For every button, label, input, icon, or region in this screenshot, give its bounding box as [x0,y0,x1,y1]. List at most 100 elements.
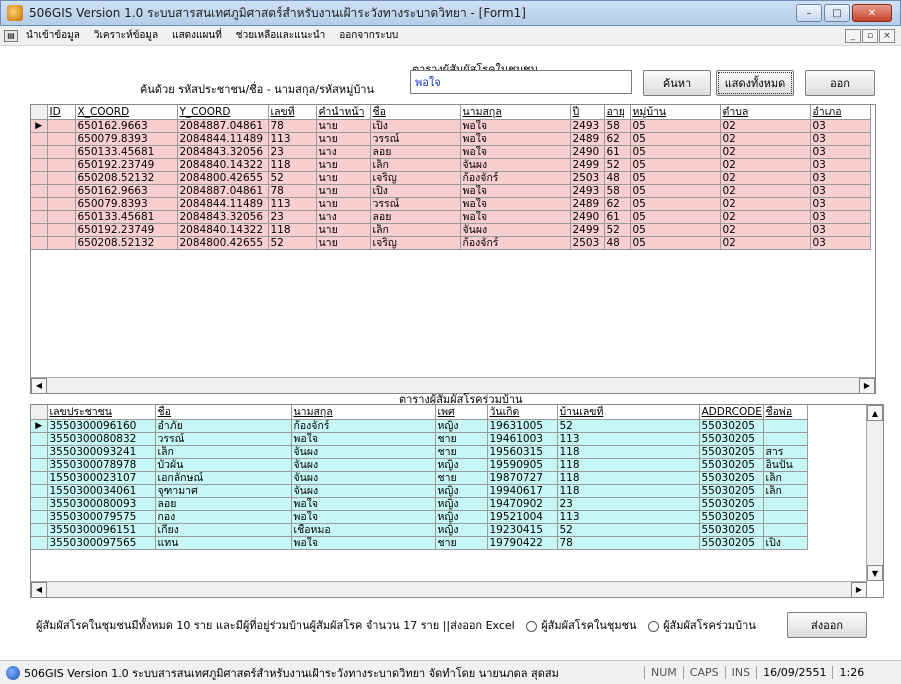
table-cell[interactable] [47,236,76,250]
table-row[interactable]: 3550300080832 วรรณ์ พอใจ ชาย 19461003 113 5503… [31,432,808,446]
table-cell[interactable]: 2503 [570,171,605,185]
table-cell[interactable]: เชื้อหมอ [291,523,436,537]
table-cell[interactable]: วรรณ์ [370,197,461,211]
table-cell[interactable]: 19521004 [487,510,558,524]
table-cell[interactable]: หญิง [435,419,488,433]
table-cell[interactable]: 19590905 [487,458,558,472]
table-cell[interactable]: จันผง [460,223,571,237]
row-selector[interactable] [31,445,48,459]
table-cell[interactable]: 48 [604,236,631,250]
table-cell[interactable]: 52 [557,419,700,433]
table-cell[interactable]: 19230415 [487,523,558,537]
table-cell[interactable]: 1550300023107 [47,471,156,485]
table-cell[interactable]: 55030205 [699,536,764,550]
table-cell[interactable]: 113 [268,132,317,146]
table-cell[interactable]: นาย [316,158,371,172]
table-cell[interactable]: เอกลักษณ์ [155,471,292,485]
column-header[interactable]: บ้านเลขที่ [557,405,700,420]
table-cell[interactable] [47,119,76,133]
row-selector[interactable] [31,536,48,550]
table-cell[interactable]: จันผง [291,458,436,472]
table-cell[interactable]: 113 [557,432,700,446]
column-header[interactable]: ตำบล [720,105,811,120]
mdi-minimize-button[interactable]: _ [845,29,861,43]
table-cell[interactable]: วรรณ์ [155,432,292,446]
table-cell[interactable]: 78 [268,119,317,133]
column-header[interactable]: นามสกุล [291,405,436,420]
table-row[interactable]: 650192.23749 2084840.14322 118 นาย เล็ก จันผง… [31,158,871,172]
column-header[interactable]: ชื่อ [370,105,461,120]
table-cell[interactable]: 03 [810,236,871,250]
table-cell[interactable]: 55030205 [699,484,764,498]
row-selector[interactable] [31,523,48,537]
table-cell[interactable]: 19940617 [487,484,558,498]
table-cell[interactable]: 3550300080832 [47,432,156,446]
table-cell[interactable]: 05 [630,236,721,250]
table-cell[interactable]: 2084887.04861 [177,119,269,133]
table-cell[interactable]: 118 [268,158,317,172]
table-cell[interactable]: 2490 [570,145,605,159]
table-cell[interactable]: 55030205 [699,419,764,433]
table-cell[interactable]: 55030205 [699,497,764,511]
table-cell[interactable]: 19470902 [487,497,558,511]
table-cell[interactable]: 78 [557,536,700,550]
row-selector[interactable] [31,484,48,498]
table-cell[interactable] [763,432,808,446]
table-cell[interactable]: 2084800.42655 [177,236,269,250]
table-cell[interactable]: 02 [720,184,811,198]
menu-help[interactable]: ช่วยเหลือและแนะนำ [236,28,325,43]
table-cell[interactable]: 05 [630,145,721,159]
table-cell[interactable]: นาย [316,171,371,185]
table-cell[interactable]: 58 [604,184,631,198]
table-cell[interactable]: ก้องจักร์ [460,236,571,250]
table-cell[interactable]: 03 [810,132,871,146]
table-cell[interactable] [47,197,76,211]
table-row[interactable]: 650162.9663 2084887.04861 78 นาย เปิง พอใจ 249… [31,184,871,198]
table-row[interactable]: 650133.45681 2084843.32056 23 นาง ลอย พอใจ 249… [31,210,871,224]
table-cell[interactable]: เกี๋ยง [155,523,292,537]
table-cell[interactable]: นาย [316,119,371,133]
table-cell[interactable]: จันผง [291,471,436,485]
table-cell[interactable]: 03 [810,210,871,224]
close-button[interactable]: ✕ [852,4,892,22]
row-selector[interactable] [31,184,48,198]
column-header[interactable]: ชื่อ [155,405,292,420]
column-header[interactable]: Y_COORD [177,105,269,120]
table-cell[interactable]: 3550300093241 [47,445,156,459]
table-row[interactable]: 3550300096151 เกี๋ยง เชื้อหมอ หญิง 19230415 5… [31,523,808,537]
table-cell[interactable]: 19870727 [487,471,558,485]
table-cell[interactable]: 55030205 [699,523,764,537]
form-icon[interactable]: ▤ [4,29,18,42]
radio-community[interactable] [526,620,538,632]
table-cell[interactable]: ชาย [435,471,488,485]
table-cell[interactable]: 650162.9663 [75,184,178,198]
table-cell[interactable] [763,510,808,524]
table-row[interactable]: 3550300093241 เล็ก จันผง ชาย 19560315 118 5503… [31,445,808,459]
table-cell[interactable]: 650133.45681 [75,145,178,159]
table-cell[interactable]: 650133.45681 [75,210,178,224]
table-cell[interactable]: 02 [720,158,811,172]
row-selector[interactable] [31,171,48,185]
scroll-up-icon[interactable]: ▲ [867,405,883,421]
column-header[interactable]: เพศ [435,405,488,420]
table-cell[interactable]: 650192.23749 [75,223,178,237]
table-cell[interactable]: 2499 [570,223,605,237]
table-cell[interactable]: 03 [810,145,871,159]
table-cell[interactable]: 650208.52132 [75,171,178,185]
table-cell[interactable]: พอใจ [291,497,436,511]
mdi-restore-button[interactable]: ▫ [862,29,878,43]
table-cell[interactable]: 2499 [570,158,605,172]
table-cell[interactable]: 52 [604,158,631,172]
table-cell[interactable]: 03 [810,158,871,172]
table-cell[interactable]: 19790422 [487,536,558,550]
minimize-button[interactable]: – [796,4,822,22]
table-cell[interactable]: จันผง [460,158,571,172]
scroll-right-icon[interactable]: ▶ [851,581,867,597]
table-cell[interactable]: นาง [316,145,371,159]
column-header[interactable]: วันเกิด [487,405,558,420]
table-cell[interactable]: 113 [557,510,700,524]
table-cell[interactable]: 23 [268,145,317,159]
table-cell[interactable]: นาย [316,197,371,211]
table-cell[interactable]: นาง [316,210,371,224]
table-cell[interactable]: 118 [557,458,700,472]
